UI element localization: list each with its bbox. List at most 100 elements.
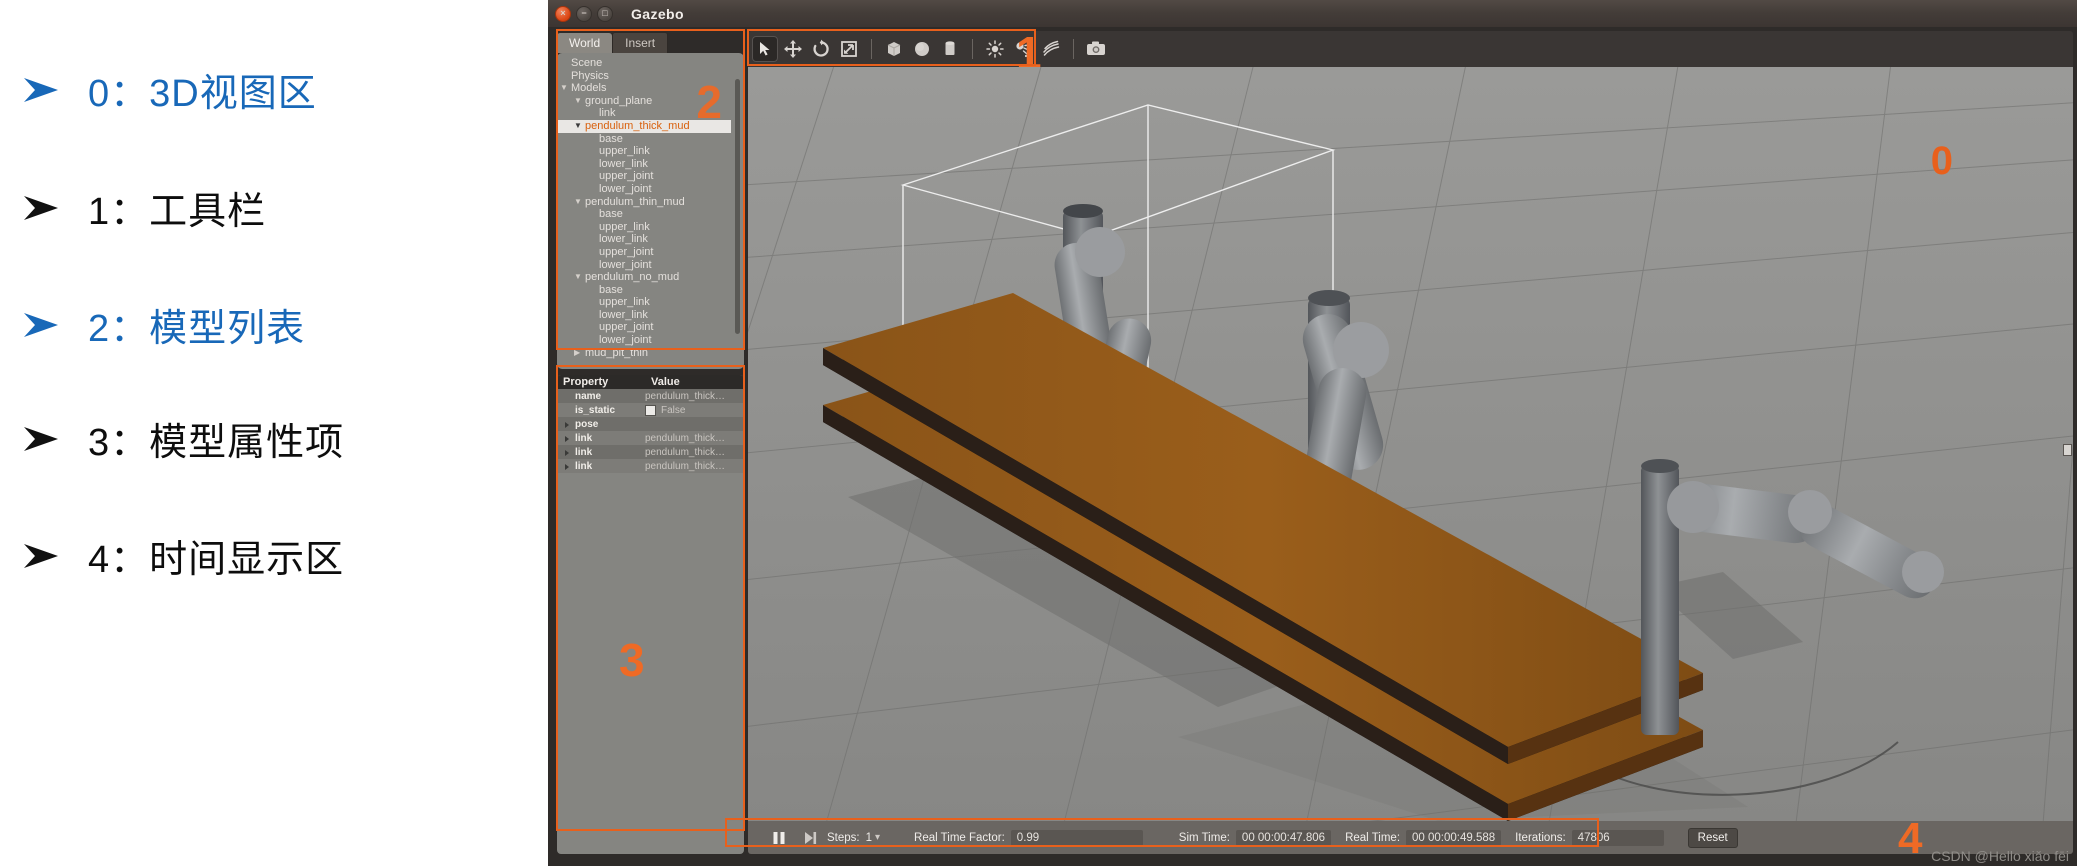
chevron-down-icon[interactable]: ▼ bbox=[574, 120, 582, 133]
real-time-factor-label: Real Time Factor: bbox=[914, 831, 1005, 844]
tree-item-lower_link[interactable]: lower_link bbox=[557, 233, 731, 246]
property-key-label: link bbox=[575, 432, 593, 444]
legend-label-1: 1：工具栏 bbox=[88, 191, 267, 233]
tree-item-pendulum_no_mud[interactable]: ▼ pendulum_no_mud bbox=[557, 271, 731, 284]
tree-item-label: lower_link bbox=[599, 157, 648, 170]
tree-item-label: lower_joint bbox=[599, 334, 652, 347]
toolbar-separator bbox=[1073, 39, 1074, 59]
point-light-icon[interactable] bbox=[982, 36, 1008, 62]
tree-item-lower_joint[interactable]: lower_joint bbox=[557, 183, 731, 196]
property-value-label: pendulum_thick… bbox=[645, 446, 726, 458]
property-row[interactable]: link pendulum_thick… bbox=[557, 445, 744, 459]
tab-insert[interactable]: Insert bbox=[612, 32, 669, 53]
legend-label-0: 0：3D视图区 bbox=[88, 73, 317, 115]
is-static-checkbox[interactable] bbox=[645, 404, 656, 416]
tree-item-label: lower_link bbox=[599, 308, 648, 321]
property-row[interactable]: link pendulum_thick… bbox=[557, 431, 744, 445]
tree-item-upper_link[interactable]: upper_link bbox=[557, 221, 731, 234]
main-toolbar: 1 bbox=[748, 30, 2073, 76]
property-value-label: False bbox=[661, 404, 686, 416]
tree-item-lower_joint[interactable]: lower_joint bbox=[557, 334, 731, 347]
tree-item-lower_joint[interactable]: lower_joint bbox=[557, 259, 731, 272]
chevron-down-icon[interactable]: ▼ bbox=[574, 95, 582, 108]
box-shape-icon[interactable] bbox=[881, 36, 907, 62]
toolbar-separator bbox=[871, 39, 872, 59]
property-row[interactable]: pose bbox=[557, 417, 744, 431]
chevron-down-icon[interactable]: ▼ bbox=[574, 196, 582, 209]
tree-item-upper_link[interactable]: upper_link bbox=[557, 145, 731, 158]
world-tree-panel: Scene Physics ▼ Models ▼ ground_plane link ▼ pen… bbox=[557, 53, 744, 369]
properties-header-value: Value bbox=[651, 376, 680, 388]
steps-value: 1 bbox=[865, 831, 873, 844]
property-key-label: link bbox=[575, 460, 593, 472]
window-controls: × − □ bbox=[555, 5, 613, 22]
reset-button[interactable]: Reset bbox=[1687, 827, 1738, 848]
chevron-right-icon[interactable]: ▶ bbox=[574, 347, 580, 360]
chevron-right-icon[interactable] bbox=[565, 421, 569, 428]
chevron-down-icon[interactable]: ▼ bbox=[574, 271, 582, 284]
select-arrow-icon[interactable] bbox=[752, 36, 778, 62]
tree-item-mud_pit_thin[interactable]: ▶ mud_pit_thin bbox=[557, 347, 731, 360]
slide-legend: 0：3D视图区 1：工具栏 2：模型列表 3：模型属性项 4：时间显示区 bbox=[0, 0, 548, 866]
gazebo-window: × − □ Gazebo World Insert Scene Physics ▼ M… bbox=[548, 0, 2077, 866]
tree-item-lower_link[interactable]: lower_link bbox=[557, 309, 731, 322]
maximize-icon[interactable]: □ bbox=[597, 5, 613, 22]
legend-label-2: 2：模型列表 bbox=[88, 308, 306, 350]
tree-item-upper_joint[interactable]: upper_joint bbox=[557, 246, 731, 259]
annotation-label-2: 2 bbox=[696, 76, 722, 128]
chevron-right-icon[interactable] bbox=[565, 435, 569, 442]
steps-control[interactable]: Steps: 1 ▾ bbox=[827, 832, 886, 844]
tab-world[interactable]: World bbox=[557, 33, 613, 53]
tree-item-label: lower_joint bbox=[599, 258, 652, 271]
tree-item-lower_link[interactable]: lower_link bbox=[557, 158, 731, 171]
tree-item-base[interactable]: base bbox=[557, 284, 731, 297]
3d-viewport[interactable]: 0 bbox=[748, 67, 2073, 821]
tree-item-label: base bbox=[599, 208, 623, 221]
property-key: is_static bbox=[557, 405, 645, 416]
viewport-resize-handle[interactable] bbox=[2063, 444, 2072, 456]
property-row[interactable]: is_static False bbox=[557, 403, 744, 417]
panel-tabs: World Insert bbox=[557, 31, 744, 53]
tree-item-upper_joint[interactable]: upper_joint bbox=[557, 321, 731, 334]
chevron-right-icon[interactable] bbox=[565, 463, 569, 470]
property-row[interactable]: link pendulum_thick… bbox=[557, 459, 744, 473]
window-titlebar[interactable]: × − □ Gazebo bbox=[548, 0, 2077, 28]
tree-item-upper_joint[interactable]: upper_joint bbox=[557, 170, 731, 183]
legend-item-4: 4：时间显示区 bbox=[18, 528, 344, 583]
arrow-bullet-icon bbox=[18, 539, 68, 573]
model-properties-panel: Property Value name pendulum_thick… is_sta… bbox=[557, 375, 744, 854]
tree-item-base[interactable]: base bbox=[557, 208, 731, 221]
property-key: name bbox=[557, 391, 645, 402]
tree-item-label: upper_joint bbox=[599, 170, 654, 183]
translate-move-icon[interactable] bbox=[780, 36, 806, 62]
pause-button[interactable] bbox=[770, 829, 788, 847]
rotate-icon[interactable] bbox=[808, 36, 834, 62]
property-row[interactable]: name pendulum_thick… bbox=[557, 389, 744, 403]
tree-item-label: base bbox=[599, 283, 623, 296]
tree-item-label: upper_joint bbox=[599, 321, 654, 334]
toolbar-group-shapes bbox=[877, 36, 967, 62]
window-title: Gazebo bbox=[631, 5, 684, 22]
chevron-down-icon[interactable]: ▾ bbox=[875, 832, 880, 843]
chevron-down-icon[interactable]: ▼ bbox=[560, 82, 568, 95]
properties-header: Property Value bbox=[557, 375, 744, 389]
close-icon[interactable]: × bbox=[555, 5, 571, 22]
cylinder-shape-icon[interactable] bbox=[937, 36, 963, 62]
sphere-shape-icon[interactable] bbox=[909, 36, 935, 62]
tree-scrollbar[interactable] bbox=[735, 79, 740, 334]
arrow-bullet-icon bbox=[18, 308, 68, 342]
scale-icon[interactable] bbox=[836, 36, 862, 62]
tree-item-pendulum_thin_mud[interactable]: ▼ pendulum_thin_mud bbox=[557, 196, 731, 209]
directional-light-icon[interactable] bbox=[1038, 36, 1064, 62]
step-forward-button[interactable] bbox=[802, 830, 818, 846]
minimize-icon[interactable]: − bbox=[576, 5, 592, 22]
toolbar-group-capture bbox=[1079, 36, 1113, 62]
toolbar-group-transform bbox=[748, 36, 866, 62]
iterations-value: 47806 bbox=[1571, 829, 1664, 846]
tree-item-upper_link[interactable]: upper_link bbox=[557, 296, 731, 309]
tree-item-Scene[interactable]: Scene bbox=[557, 57, 731, 70]
chevron-right-icon[interactable] bbox=[565, 449, 569, 456]
tree-item-label: link bbox=[599, 107, 616, 120]
screenshot-camera-icon[interactable] bbox=[1083, 36, 1109, 62]
tree-item-base[interactable]: base bbox=[557, 133, 731, 146]
